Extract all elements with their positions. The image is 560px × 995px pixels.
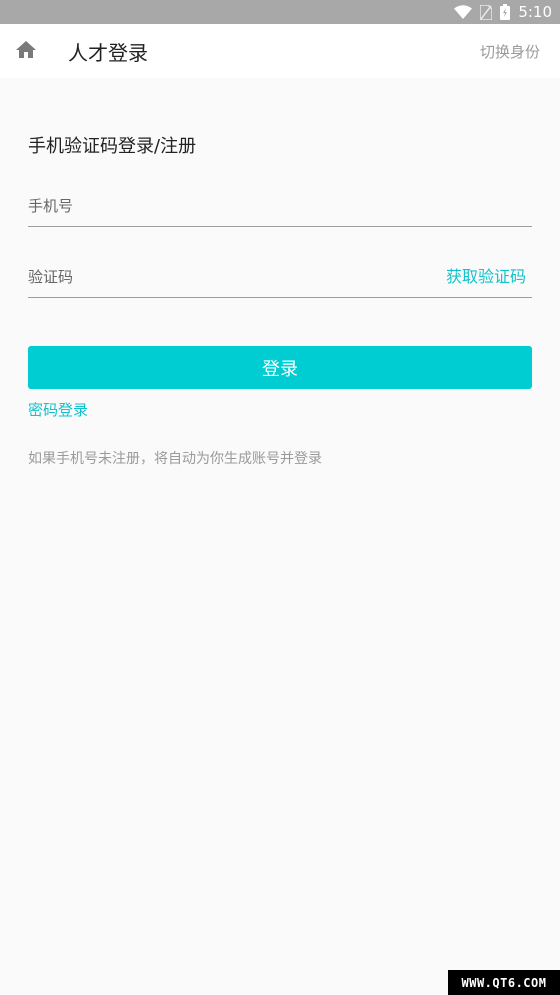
phone-input[interactable] xyxy=(28,186,532,226)
switch-identity-link[interactable]: 切换身份 xyxy=(480,41,540,62)
no-sim-icon xyxy=(480,4,493,20)
code-field: 获取验证码 xyxy=(28,257,532,298)
status-bar: 5:10 xyxy=(0,0,560,24)
wifi-icon xyxy=(454,5,473,19)
battery-icon xyxy=(500,4,511,20)
login-section-title: 手机验证码登录/注册 xyxy=(28,136,197,157)
watermark: WWW.QT6.COM xyxy=(448,970,560,995)
login-button[interactable]: 登录 xyxy=(28,346,532,389)
register-hint: 如果手机号未注册，将自动为你生成账号并登录 xyxy=(28,451,322,467)
page-title: 人才登录 xyxy=(68,41,148,65)
password-login-link[interactable]: 密码登录 xyxy=(28,399,88,420)
verification-code-input[interactable] xyxy=(28,257,408,297)
phone-field xyxy=(28,186,532,227)
home-icon[interactable] xyxy=(14,38,38,62)
app-bar: 人才登录 切换身份 xyxy=(0,24,560,78)
get-code-button[interactable]: 获取验证码 xyxy=(446,263,526,287)
status-time: 5:10 xyxy=(518,3,552,21)
